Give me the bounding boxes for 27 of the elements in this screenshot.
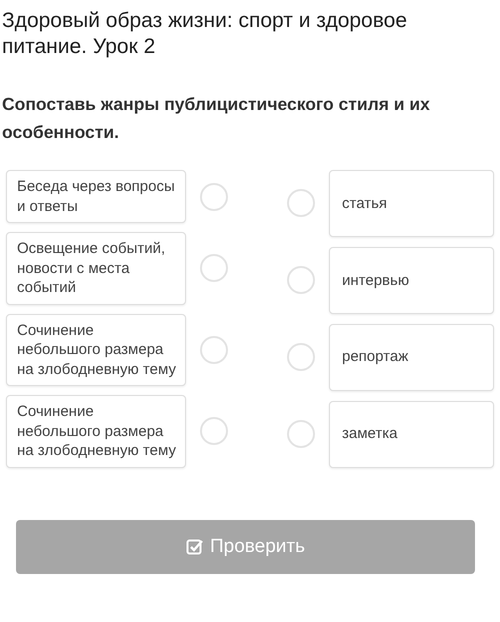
card-text: Сочинение небольшого размера на злободневную тему bbox=[17, 402, 177, 460]
checkbox-icon bbox=[186, 538, 204, 556]
answer-card[interactable]: статья bbox=[329, 170, 494, 237]
card-text: интервью bbox=[342, 270, 410, 290]
card-text: Освещение событий, новости с места событий bbox=[17, 239, 166, 298]
question-text: Сопоставь жанры публицистического стиля и их особенности. bbox=[2, 93, 431, 144]
card-text: Беседа через вопросы и ответы bbox=[17, 177, 176, 216]
answer-card[interactable]: Беседа через вопросы и ответы bbox=[6, 170, 186, 223]
answer-card[interactable]: Сочинение небольшого размера на злободневную тему bbox=[6, 395, 186, 468]
answer-card[interactable]: интервью bbox=[329, 246, 494, 314]
connector-circle[interactable] bbox=[287, 420, 315, 448]
answer-card[interactable]: Сочинение небольшого размера на злободневную тему bbox=[6, 314, 186, 386]
connector-circle[interactable] bbox=[200, 336, 228, 364]
connector-circle[interactable] bbox=[200, 417, 228, 446]
connector-circle[interactable] bbox=[287, 189, 315, 218]
card-text: статья bbox=[342, 194, 388, 214]
connector-circle[interactable] bbox=[287, 266, 315, 294]
card-text: заметка bbox=[342, 424, 398, 444]
connector-circle[interactable] bbox=[200, 182, 228, 210]
card-text: репортаж bbox=[342, 347, 408, 367]
answer-card[interactable]: заметка bbox=[329, 400, 494, 468]
connector-circle[interactable] bbox=[200, 254, 228, 282]
lesson-title: Здоровый образ жизни: спорт и здоровое питание. Урок 2 bbox=[2, 8, 408, 60]
card-text: Сочинение небольшого размера на злободневную тему bbox=[17, 320, 177, 379]
answer-card[interactable]: Освещение событий, новости с места событий bbox=[6, 232, 186, 304]
answer-card[interactable]: репортаж bbox=[329, 324, 494, 391]
connector-circle[interactable] bbox=[287, 343, 315, 372]
